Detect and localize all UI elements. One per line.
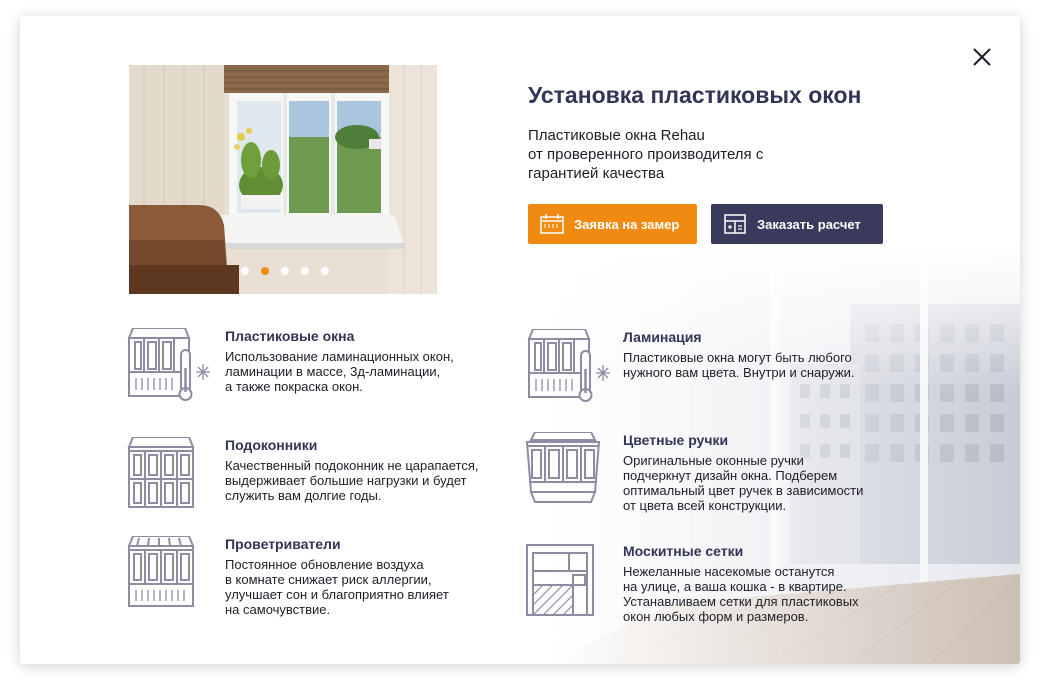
feature-title: Ламинация [623, 329, 702, 345]
carousel-dots [129, 267, 437, 275]
window-thermometer-icon [527, 329, 610, 402]
subtitle-line: Пластиковые окна Rehau [528, 127, 705, 144]
feature-description: Нежеланные насекомые останутся на улице,… [623, 564, 859, 624]
order-calculation-label: Заказать расчет [757, 216, 861, 232]
feature-description: Использование ламинационных окон, ламина… [225, 349, 454, 394]
window-vent-icon [127, 536, 195, 607]
modal-dialog: Установка пластиковых окон Пластиковые о… [20, 16, 1020, 664]
feature-title: Москитные сетки [623, 543, 744, 559]
feature-title: Цветные ручки [623, 432, 729, 448]
feature-line: Устанавливаем сетки для пластиковых [623, 594, 859, 609]
feature-title: Пластиковые окна [225, 328, 355, 344]
feature-line: Пластиковые окна могут быть любого [623, 350, 852, 365]
subtitle-line: от проверенного производителя с [528, 146, 764, 163]
window-thermometer-icon [127, 328, 210, 401]
feature-title: Подоконники [225, 437, 318, 453]
feature-title: Проветриватели [225, 536, 341, 552]
carousel-dot[interactable] [241, 267, 249, 275]
feature-line: в комнате снижает риск аллергии, [225, 572, 432, 587]
feature-line: ламинации в массе, 3д-ламинации, [225, 364, 441, 379]
carousel-dot[interactable] [301, 267, 309, 275]
carousel-dot[interactable] [321, 267, 329, 275]
feature-line: оптимальный цвет ручек в зависимости [623, 483, 864, 498]
feature-line: улучшает сон и благоприятно влияет [225, 587, 449, 602]
calculator-icon [724, 214, 746, 234]
feature-line: окон любых форм и размеров. [623, 609, 809, 624]
measure-request-button[interactable]: Заявка на замер [528, 204, 697, 244]
feature-line: Нежеланные насекомые останутся [623, 564, 835, 579]
feature-line: а также покраска окон. [225, 379, 363, 394]
feature-line: нужного вам цвета. Внутри и снаружи. [623, 365, 855, 380]
feature-line: Постоянное обновление воздуха [225, 557, 424, 572]
carousel-dot-active[interactable] [261, 267, 269, 275]
subtitle-line: гарантией качества [528, 165, 665, 182]
feature-line: на улице, а ваша кошка - в квартире. [623, 579, 847, 594]
subtitle: Пластиковые окна Rehau от проверенного п… [528, 126, 848, 183]
bay-window-icon [525, 432, 601, 503]
feature-description: Постоянное обновление воздуха в комнате … [225, 557, 449, 617]
feature-description: Качественный подоконник не царапается, в… [225, 458, 479, 503]
feature-line: от цвета всей конструкции. [623, 498, 787, 513]
window-photo [129, 65, 437, 294]
mosquito-net-icon [526, 544, 594, 616]
feature-line: выдерживает большие нагрузки и будет [225, 473, 467, 488]
feature-description: Оригинальные оконные ручки подчеркнут ди… [623, 453, 863, 513]
window-photo-carousel[interactable] [129, 65, 437, 294]
page-title: Установка пластиковых окон [528, 82, 862, 108]
feature-line: на самочувствие. [225, 602, 331, 617]
feature-line: Использование ламинационных окон, [225, 349, 454, 364]
feature-line: Качественный подоконник не царапается, [225, 458, 479, 473]
calendar-icon [540, 214, 564, 234]
order-calculation-button[interactable]: Заказать расчет [711, 204, 883, 244]
feature-line: служить вам долгие годы. [225, 488, 382, 503]
feature-line: Оригинальные оконные ручки [623, 453, 804, 468]
window-grid-icon [127, 437, 195, 508]
measure-request-label: Заявка на замер [574, 216, 680, 232]
feature-description: Пластиковые окна могут быть любого нужно… [623, 350, 855, 380]
close-icon[interactable] [971, 46, 993, 68]
feature-line: подчеркнут дизайн окна. Подберем [623, 468, 838, 483]
carousel-dot[interactable] [281, 267, 289, 275]
